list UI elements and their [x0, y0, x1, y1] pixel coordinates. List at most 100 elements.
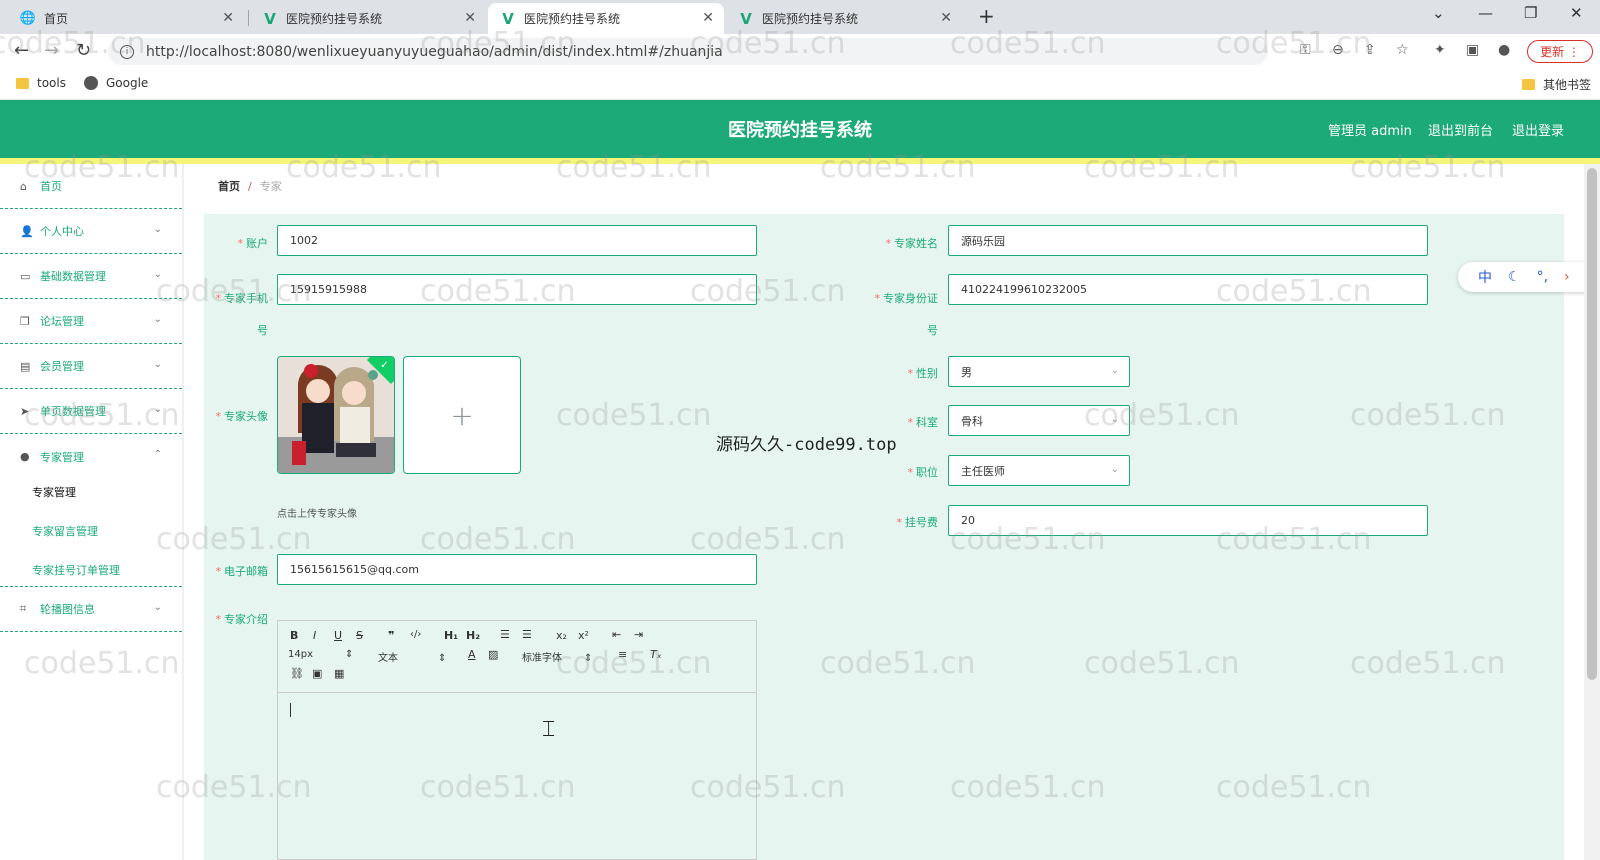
indent-icon[interactable]: ⇥: [634, 628, 643, 641]
phone-field[interactable]: 15915915988: [277, 274, 757, 305]
bold-icon[interactable]: B: [290, 629, 298, 642]
account-field[interactable]: 1002: [277, 225, 757, 256]
folder-icon: [16, 77, 29, 89]
other-bookmarks[interactable]: 其他书签: [1522, 76, 1591, 93]
tab-hospital-3[interactable]: V 医院预约挂号系统 ✕: [726, 3, 962, 34]
outdent-icon[interactable]: ⇤: [612, 628, 621, 641]
sidebar-item-single-page[interactable]: ➤ 单页数据管理 ⌄: [0, 389, 182, 434]
avatar-upload-button[interactable]: +: [403, 356, 521, 474]
submenu-expert-manage[interactable]: 专家管理: [32, 484, 76, 500]
sidepanel-icon[interactable]: ▣: [1466, 42, 1479, 58]
breadcrumb-home[interactable]: 首页: [218, 178, 240, 194]
background-color-icon[interactable]: ▨: [488, 648, 498, 661]
share-icon[interactable]: ⇪: [1364, 42, 1376, 58]
bookmark-tools[interactable]: tools: [16, 76, 66, 90]
center-watermark: 源码久久-code99.top: [716, 435, 897, 455]
paragraph-select[interactable]: 文本 ⇕: [378, 649, 446, 664]
ime-lang[interactable]: 中: [1478, 267, 1492, 287]
sidebar-item-experts[interactable]: ● 专家管理 ⌃: [0, 434, 182, 479]
tab-hospital-2[interactable]: V 医院预约挂号系统 ✕: [488, 3, 724, 34]
info-icon[interactable]: i: [120, 44, 134, 59]
quote-icon[interactable]: ❞: [388, 629, 394, 642]
chevron-down-icon: ⌄: [153, 602, 162, 613]
subscript-icon[interactable]: x₂: [556, 629, 567, 642]
url-field[interactable]: i http://localhost:8080/wenlixueyuanyuyu…: [108, 38, 1268, 65]
zoom-icon[interactable]: ⊖: [1332, 42, 1344, 58]
phone-label: * 专家手机号: [215, 292, 269, 337]
video-icon[interactable]: ▦: [334, 667, 344, 680]
maximize-icon[interactable]: ❐: [1524, 4, 1537, 22]
font-color-icon[interactable]: A: [468, 648, 476, 661]
reload-icon[interactable]: ↻: [76, 40, 91, 61]
close-icon[interactable]: ✕: [702, 10, 714, 26]
extensions-icon[interactable]: ✦: [1434, 42, 1446, 58]
new-tab-icon[interactable]: +: [978, 4, 995, 28]
close-icon[interactable]: ✕: [940, 10, 952, 26]
h1-icon[interactable]: H₁: [444, 629, 458, 642]
close-icon[interactable]: ✕: [464, 10, 476, 26]
address-bar: ← → ↻ i http://localhost:8080/wenlixueyu…: [0, 34, 1600, 68]
gender-select[interactable]: 男 ⌄: [948, 356, 1130, 387]
rich-text-editor[interactable]: B I U S ❞ ‹/› H₁ H₂ ☰ ☰ x₂ x² ⇤ ⇥ 14px ⇕ …: [277, 620, 757, 860]
sidebar-item-home[interactable]: ⌂ 首页: [0, 164, 182, 209]
forward-icon[interactable]: →: [44, 40, 59, 61]
close-icon[interactable]: ✕: [222, 10, 234, 26]
strike-icon[interactable]: S: [356, 629, 363, 642]
underline-icon[interactable]: U: [334, 629, 342, 642]
chevron-down-icon: ⌄: [1110, 414, 1119, 425]
title-select[interactable]: 主任医师 ⌄: [948, 455, 1130, 486]
star-icon[interactable]: ☆: [1396, 42, 1409, 58]
back-icon[interactable]: ←: [14, 40, 29, 61]
email-field[interactable]: 15615615615@qq.com: [277, 554, 757, 585]
profile-icon[interactable]: ●: [1498, 42, 1510, 58]
font-size-select[interactable]: 14px ⇕: [288, 649, 353, 660]
clear-format-icon[interactable]: Tₓ: [650, 648, 662, 661]
bookmark-google[interactable]: Google: [84, 76, 148, 90]
tab-hospital-1[interactable]: V 医院预约挂号系统 ✕: [250, 3, 486, 34]
link-icon[interactable]: ⛓: [290, 667, 304, 680]
vue-icon: V: [264, 9, 276, 28]
tab-search-icon[interactable]: ⌄: [1432, 4, 1445, 22]
key-icon[interactable]: ⚿: [1300, 42, 1311, 58]
logout-link[interactable]: 退出登录: [1512, 120, 1564, 139]
ordered-list-icon[interactable]: ☰: [500, 628, 510, 641]
sidebar-item-basic-data[interactable]: ▭ 基础数据管理 ⌄: [0, 254, 182, 299]
code-icon[interactable]: ‹/›: [410, 629, 421, 640]
page-scrollbar[interactable]: [1584, 164, 1600, 860]
fee-field[interactable]: 20: [948, 505, 1428, 536]
submenu-expert-messages[interactable]: 专家留言管理: [32, 523, 98, 539]
dept-select[interactable]: 骨科 ⌄: [948, 405, 1130, 436]
minimize-icon[interactable]: —: [1478, 4, 1493, 22]
sidebar-item-label: 专家管理: [40, 450, 84, 464]
to-front-link[interactable]: 退出到前台: [1428, 120, 1493, 139]
punctuation-icon[interactable]: °,: [1537, 269, 1548, 285]
update-button[interactable]: 更新 ⋮: [1527, 40, 1593, 63]
avatar-preview[interactable]: ✓: [277, 356, 395, 474]
sidebar-item-forum[interactable]: ❐ 论坛管理 ⌄: [0, 299, 182, 344]
bullet-list-icon[interactable]: ☰: [522, 628, 532, 641]
h2-icon[interactable]: H₂: [466, 629, 480, 642]
name-field[interactable]: 源码乐园: [948, 225, 1428, 256]
browser-tabbar: 🌐 首页 ✕ V 医院预约挂号系统 ✕ V 医院预约挂号系统 ✕ V 医院预约挂…: [0, 0, 1600, 34]
scrollbar-thumb[interactable]: [1587, 168, 1597, 680]
superscript-icon[interactable]: x²: [578, 629, 589, 642]
font-family-select[interactable]: 标准字体 ⇕: [522, 649, 592, 664]
sidebar-item-carousel[interactable]: ⌗ 轮播图信息 ⌄: [0, 587, 182, 632]
image-icon[interactable]: ▣: [312, 667, 322, 680]
italic-icon[interactable]: I: [313, 629, 316, 642]
globe-icon: 🌐: [19, 11, 37, 26]
crop-icon: ⌗: [20, 602, 27, 615]
moon-icon[interactable]: ☾: [1508, 269, 1521, 285]
align-icon[interactable]: ≡: [618, 648, 627, 661]
submenu-expert-orders[interactable]: 专家挂号订单管理: [32, 562, 120, 578]
sidebar-item-profile[interactable]: 👤 个人中心 ⌄: [0, 209, 182, 254]
header-accent-bar: [0, 158, 1600, 164]
idcard-field[interactable]: 410224199610232005: [948, 274, 1428, 305]
location-icon: ●: [20, 450, 30, 463]
chevron-right-icon[interactable]: ›: [1564, 269, 1570, 285]
ime-toolbar[interactable]: 中 ☾ °, ›: [1458, 262, 1600, 292]
tab-home[interactable]: 🌐 首页 ✕: [8, 3, 244, 34]
window-close-icon[interactable]: ✕: [1570, 4, 1583, 22]
vue-icon: V: [740, 9, 752, 28]
sidebar-item-members[interactable]: ▤ 会员管理 ⌄: [0, 344, 182, 389]
